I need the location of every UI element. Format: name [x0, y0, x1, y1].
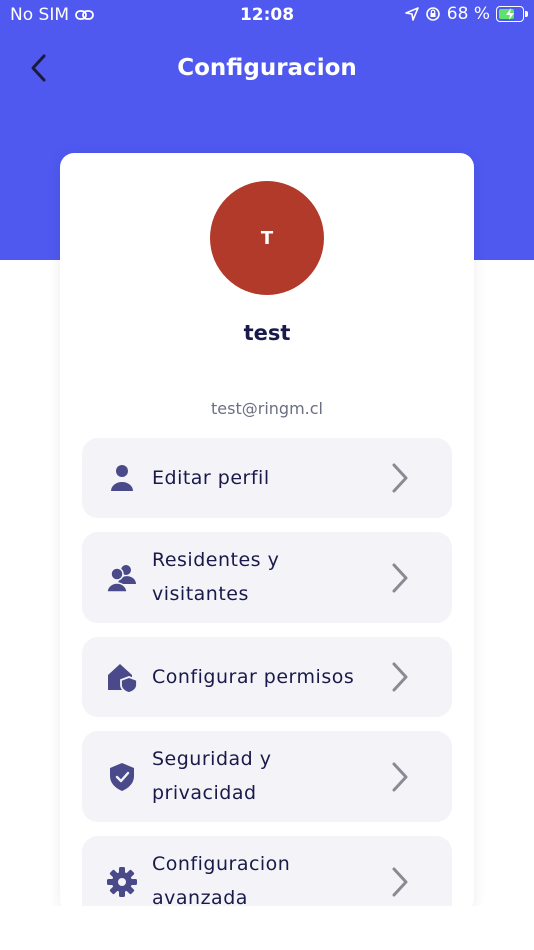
- avatar[interactable]: T: [210, 181, 324, 295]
- menu-item-label: Configuracion avanzada: [152, 853, 291, 909]
- user-icon: [111, 465, 133, 491]
- menu-item-label: Editar perfil: [152, 467, 270, 489]
- user-name: test: [243, 321, 291, 345]
- rotation-lock-icon: [425, 7, 440, 21]
- chevron-right-icon: [392, 762, 408, 792]
- location-arrow-icon: [404, 7, 419, 21]
- menu-item-label: Seguridad y privacidad: [152, 748, 272, 804]
- gear-icon: [107, 867, 137, 897]
- chevron-right-icon: [392, 867, 408, 897]
- bottom-area: [0, 906, 534, 950]
- status-right: 68 %: [404, 4, 528, 24]
- status-bar: No SIM 12:08 68 %: [0, 0, 534, 30]
- chevron-right-icon: [392, 463, 408, 493]
- user-email: test@ringm.cl: [211, 399, 323, 418]
- menu-item-configurar-permisos[interactable]: Configurar permisos: [82, 637, 452, 717]
- menu-item-label: Configurar permisos: [152, 666, 355, 688]
- shield-check-icon: [110, 763, 134, 791]
- chevron-right-icon: [392, 662, 408, 692]
- page-title: Configuracion: [177, 55, 357, 81]
- battery-percent: 68 %: [446, 4, 490, 24]
- menu-item-residentes[interactable]: Residentes y visitantes: [82, 532, 452, 623]
- house-shield-icon: [108, 664, 138, 693]
- chevron-right-icon: [392, 563, 408, 593]
- avatar-initial: T: [260, 227, 274, 249]
- profile-card: T test test@ringm.cl Editar perfil Resid…: [60, 153, 474, 927]
- menu-item-editar-perfil[interactable]: Editar perfil: [82, 438, 452, 518]
- menu-item-label: Residentes y visitantes: [152, 549, 280, 605]
- battery-icon: [496, 6, 528, 22]
- users-icon: [106, 565, 136, 593]
- menu-item-seguridad[interactable]: Seguridad y privacidad: [82, 731, 452, 822]
